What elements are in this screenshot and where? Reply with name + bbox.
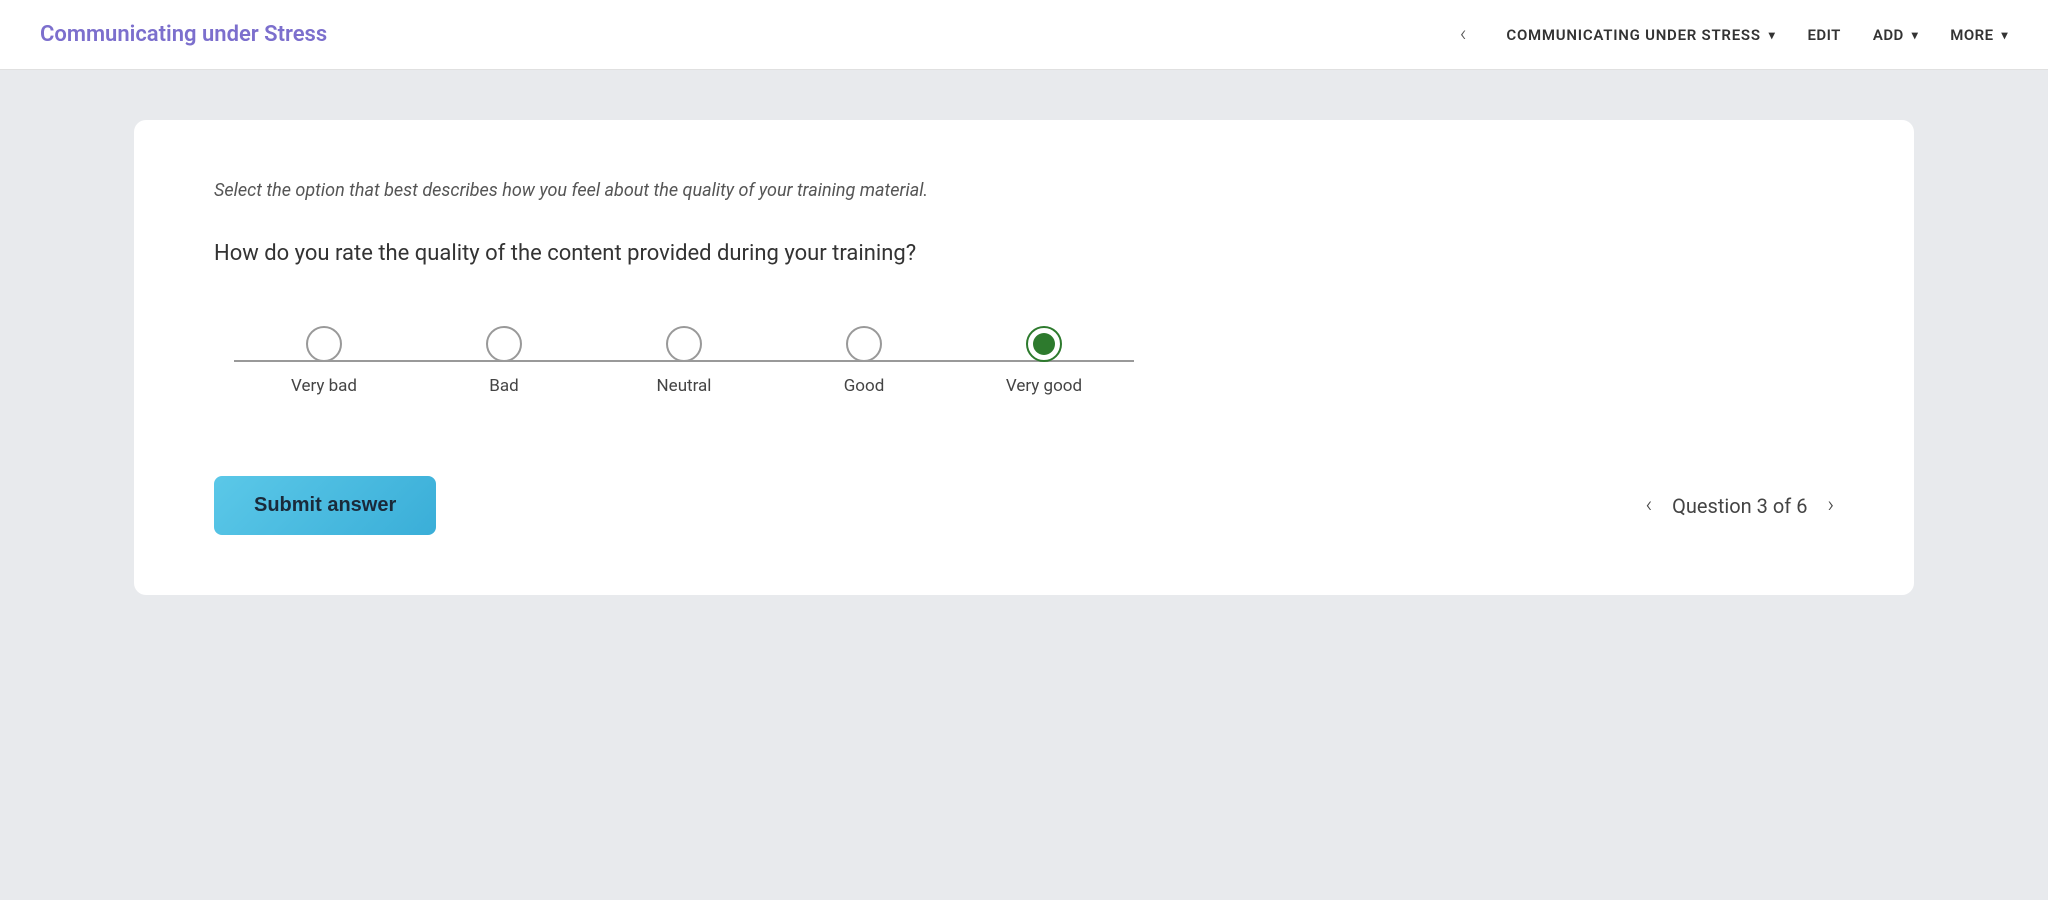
rating-label-very-bad: Very bad — [291, 376, 357, 396]
rating-label-bad: Bad — [489, 376, 518, 396]
radio-inner-selected — [1033, 333, 1055, 355]
question-card: Select the option that best describes ho… — [134, 120, 1914, 595]
rating-option-very-good[interactable]: Very good — [954, 326, 1134, 396]
more-chevron: ▾ — [2002, 28, 2008, 42]
navbar-right: ‹ COMMUNICATING UNDER STRESS ▾ EDIT ADD … — [1452, 18, 2008, 51]
radio-very-good[interactable] — [1026, 326, 1062, 362]
pagination: ‹ Question 3 of 6 › — [1646, 493, 1834, 518]
rating-option-good[interactable]: Good — [774, 326, 954, 396]
edit-button[interactable]: EDIT — [1808, 26, 1841, 44]
more-button[interactable]: MORE ▾ — [1950, 26, 2008, 44]
question-counter: Question 3 of 6 — [1672, 494, 1807, 518]
question-text: How do you rate the quality of the conte… — [214, 241, 1834, 266]
card-footer: Submit answer ‹ Question 3 of 6 › — [214, 476, 1834, 535]
page-content: Select the option that best describes ho… — [0, 70, 2048, 900]
course-title-chevron: ▾ — [1769, 28, 1776, 42]
app-title: Communicating under Stress — [40, 22, 1452, 47]
rating-scale: Very bad Bad Neutral Good — [214, 326, 1834, 396]
add-chevron: ▾ — [1912, 28, 1918, 42]
back-button[interactable]: ‹ — [1452, 18, 1475, 51]
rating-track: Very bad Bad Neutral Good — [234, 326, 1134, 396]
course-title-nav: COMMUNICATING UNDER STRESS ▾ — [1506, 26, 1775, 44]
rating-label-very-good: Very good — [1006, 376, 1082, 396]
radio-bad[interactable] — [486, 326, 522, 362]
radio-good[interactable] — [846, 326, 882, 362]
rating-label-good: Good — [844, 376, 885, 396]
add-button[interactable]: ADD ▾ — [1873, 26, 1918, 44]
next-question-button[interactable]: › — [1827, 493, 1834, 518]
rating-label-neutral: Neutral — [657, 376, 712, 396]
radio-neutral[interactable] — [666, 326, 702, 362]
navbar: Communicating under Stress ‹ COMMUNICATI… — [0, 0, 2048, 70]
prev-question-button[interactable]: ‹ — [1646, 493, 1653, 518]
rating-option-very-bad[interactable]: Very bad — [234, 326, 414, 396]
radio-very-bad[interactable] — [306, 326, 342, 362]
rating-option-bad[interactable]: Bad — [414, 326, 594, 396]
submit-button[interactable]: Submit answer — [214, 476, 436, 535]
rating-option-neutral[interactable]: Neutral — [594, 326, 774, 396]
instruction-text: Select the option that best describes ho… — [214, 180, 1834, 201]
